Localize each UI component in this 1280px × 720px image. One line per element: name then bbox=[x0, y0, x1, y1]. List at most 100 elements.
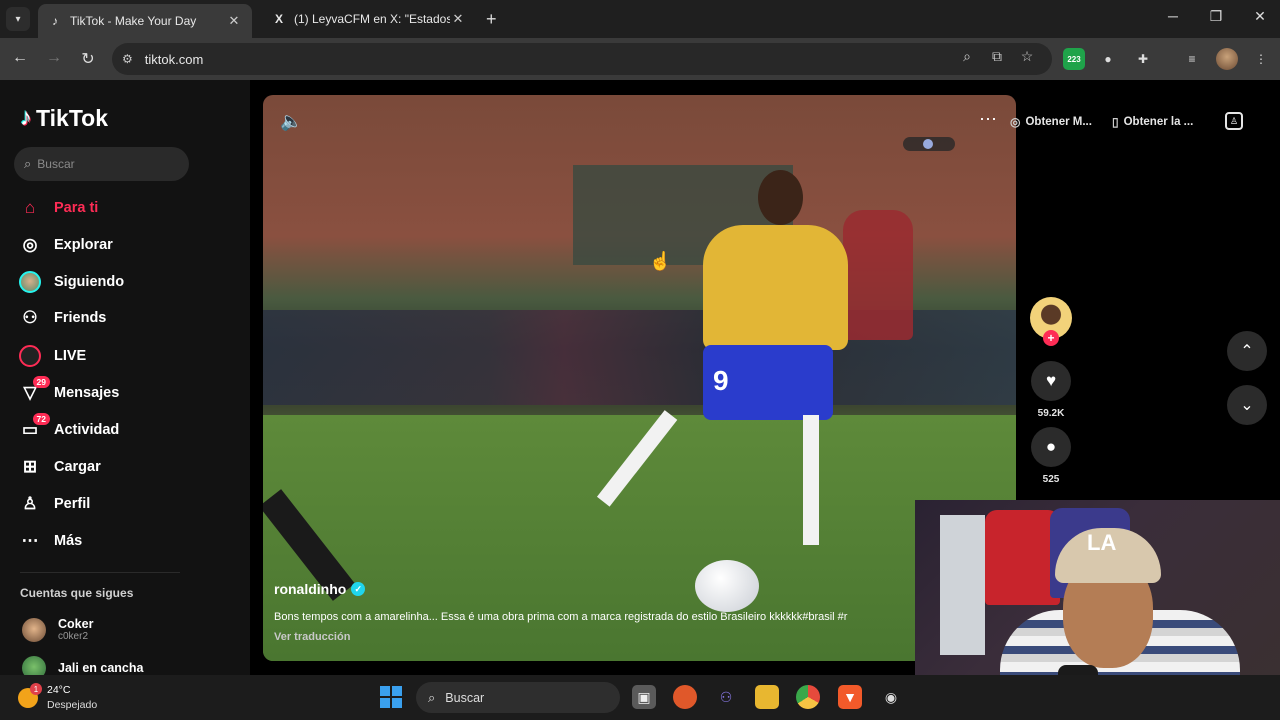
sidebar-item-label: Siguiendo bbox=[54, 274, 125, 290]
tiktok-sidebar: ♪ TikTok ⌕ ⌂ Para ti ◎ Explorar Siguiend… bbox=[0, 80, 250, 680]
video-author[interactable]: ronaldinho ✓ bbox=[274, 581, 366, 597]
tiktok-icon: ♪ bbox=[52, 14, 58, 28]
media-controls-icon[interactable]: ≡ bbox=[1181, 48, 1203, 70]
avatar bbox=[22, 617, 46, 642]
tiktok-note-icon: ♪ bbox=[20, 104, 32, 131]
volume-icon[interactable]: 🔈 bbox=[280, 111, 302, 132]
messages-badge: 29 bbox=[32, 376, 50, 388]
profile-icon: ♙ bbox=[22, 494, 38, 513]
previous-video-button[interactable]: ⌃ bbox=[1227, 331, 1267, 371]
video-caption: Bons tempos com a amarelinha... Essa é u… bbox=[274, 611, 848, 623]
restore-button[interactable]: ❐ bbox=[1206, 8, 1226, 25]
like-button[interactable]: ♥ bbox=[1031, 361, 1071, 401]
search-input[interactable] bbox=[37, 157, 178, 171]
minimize-button[interactable]: ─ bbox=[1163, 8, 1183, 24]
shirt-number: 9 bbox=[713, 365, 729, 396]
sidebar-divider bbox=[20, 572, 180, 573]
messages-icon: ▽ 29 bbox=[18, 376, 50, 405]
sidebar-item-actividad[interactable]: ▭ 72 Actividad bbox=[18, 413, 119, 444]
sidebar-item-mas[interactable]: ⋯ Más bbox=[18, 527, 83, 555]
translate-link[interactable]: Ver traducción bbox=[274, 631, 350, 643]
search-icon: ⌕ bbox=[24, 156, 32, 171]
search-box[interactable]: ⌕ bbox=[14, 147, 189, 181]
taskbar-search[interactable]: ⌕ Buscar bbox=[416, 682, 620, 713]
account-name: Coker bbox=[58, 617, 94, 631]
file-explorer-icon[interactable] bbox=[755, 685, 779, 709]
menu-dots-icon[interactable]: ⋮ bbox=[1250, 48, 1272, 70]
chrome-icon[interactable] bbox=[796, 685, 820, 709]
new-tab-button[interactable]: + bbox=[486, 9, 497, 30]
back-button[interactable]: ← bbox=[10, 49, 30, 67]
sidebar-item-friends[interactable]: ⚇ Friends bbox=[18, 304, 106, 332]
task-view-icon[interactable]: ▣ bbox=[632, 685, 656, 709]
logo-text: TikTok bbox=[36, 104, 108, 131]
site-info-icon[interactable]: ⚙ bbox=[122, 52, 133, 66]
profile-avatar[interactable] bbox=[1216, 48, 1238, 70]
activity-icon: ▭ 72 bbox=[18, 413, 50, 442]
chevron-down-icon: ▾ bbox=[15, 13, 21, 25]
activity-badge: 72 bbox=[32, 413, 50, 425]
account-name: Jali en cancha bbox=[58, 661, 144, 675]
sidebar-item-label: Mensajes bbox=[54, 385, 120, 401]
account-username: c0ker2 bbox=[58, 631, 89, 642]
sidebar-item-siguiendo[interactable]: Siguiendo bbox=[18, 268, 124, 296]
tab-tiktok[interactable]: ♪ TikTok - Make Your Day ✕ bbox=[38, 4, 252, 38]
sidebar-item-live[interactable]: LIVE bbox=[18, 342, 86, 370]
tiktok-logo[interactable]: ♪ TikTok bbox=[20, 104, 108, 132]
video-frame-opponent bbox=[843, 210, 913, 340]
video-frame-ball bbox=[695, 560, 759, 612]
sidebar-item-perfil[interactable]: ♙ Perfil bbox=[18, 490, 90, 518]
tab-x[interactable]: X (1) LeyvaCFM en X: "Estados U ✕ bbox=[262, 4, 476, 34]
sidebar-item-label: Friends bbox=[54, 310, 107, 326]
phone-icon: ▯ bbox=[1112, 115, 1119, 129]
install-app-icon[interactable]: ⧉ bbox=[986, 48, 1008, 65]
webcam-red-jersey bbox=[985, 510, 1060, 605]
puzzle-extensions-icon[interactable]: ✚ bbox=[1132, 48, 1154, 70]
profile-login-icon[interactable]: ♙ bbox=[1225, 112, 1243, 130]
close-icon[interactable]: ✕ bbox=[450, 11, 466, 27]
compass-icon: ◎ bbox=[1010, 115, 1021, 129]
sidebar-item-label: Más bbox=[54, 533, 83, 549]
comment-count: 525 bbox=[1042, 474, 1060, 485]
forward-button[interactable]: → bbox=[44, 49, 64, 67]
teams-icon[interactable]: ⚇ bbox=[714, 685, 738, 709]
more-options-icon[interactable]: ⋯ bbox=[979, 109, 998, 130]
close-window-button[interactable]: ✕ bbox=[1250, 8, 1270, 25]
sidebar-item-cargar[interactable]: ⊞ Cargar bbox=[18, 453, 101, 481]
more-icon: ⋯ bbox=[21, 531, 39, 550]
autoscroll-toggle[interactable] bbox=[903, 137, 955, 151]
sidebar-item-explorar[interactable]: ◎ Explorar bbox=[18, 231, 113, 259]
webcam-whiteboard bbox=[940, 515, 985, 655]
friends-icon: ⚇ bbox=[22, 308, 38, 327]
comment-button[interactable]: ● bbox=[1031, 427, 1071, 467]
cap-logo: LA bbox=[1087, 530, 1117, 555]
get-app-button[interactable]: ◎ Obtener M... bbox=[1010, 112, 1092, 132]
reload-button[interactable]: ↻ bbox=[78, 49, 98, 69]
account-item-coker[interactable]: Coker c0ker2 bbox=[22, 617, 93, 642]
sidebar-item-para-ti[interactable]: ⌂ Para ti bbox=[18, 194, 98, 222]
video-player[interactable]: 9 🔈 ⋯ ☝ ronaldinho ✓ Bons tempos com a a… bbox=[263, 95, 1016, 661]
sidebar-item-mensajes[interactable]: ▽ 29 Mensajes bbox=[18, 376, 120, 407]
get-desktop-button[interactable]: ▯ Obtener la ... bbox=[1112, 112, 1193, 132]
tab-search-button[interactable]: ▾ bbox=[6, 7, 30, 31]
heart-icon: ♥ bbox=[1045, 371, 1057, 390]
weather-description[interactable]: Despejado bbox=[47, 699, 97, 711]
live-icon bbox=[18, 344, 42, 368]
close-icon[interactable]: ✕ bbox=[226, 13, 242, 29]
browser-toolbar: ← → ↻ ⚙ tiktok.com ⌕ ⧉ ☆ 223 ● ✚ ≡ ⋮ bbox=[0, 38, 1280, 80]
address-bar[interactable]: ⚙ tiktok.com bbox=[112, 43, 1052, 75]
follow-plus-icon[interactable]: + bbox=[1043, 330, 1059, 346]
firefox-icon[interactable] bbox=[673, 685, 697, 709]
zoom-icon[interactable]: ⌕ bbox=[956, 48, 978, 65]
chevron-down-icon: ⌄ bbox=[1240, 397, 1254, 414]
windows-start-icon[interactable] bbox=[380, 686, 402, 708]
weather-temperature[interactable]: 24°C bbox=[47, 684, 70, 696]
brave-icon[interactable]: ▼ bbox=[838, 685, 862, 709]
next-video-button[interactable]: ⌄ bbox=[1227, 385, 1267, 425]
comment-icon: ● bbox=[1045, 437, 1057, 456]
extension-badge-icon[interactable]: 223 bbox=[1063, 48, 1085, 70]
extension-icon[interactable]: ● bbox=[1097, 48, 1119, 70]
bookmark-star-icon[interactable]: ☆ bbox=[1016, 48, 1038, 65]
browser-tab-bar: ▾ ♪ TikTok - Make Your Day ✕ X (1) Leyva… bbox=[0, 0, 1280, 38]
obs-icon[interactable]: ◉ bbox=[879, 685, 903, 709]
